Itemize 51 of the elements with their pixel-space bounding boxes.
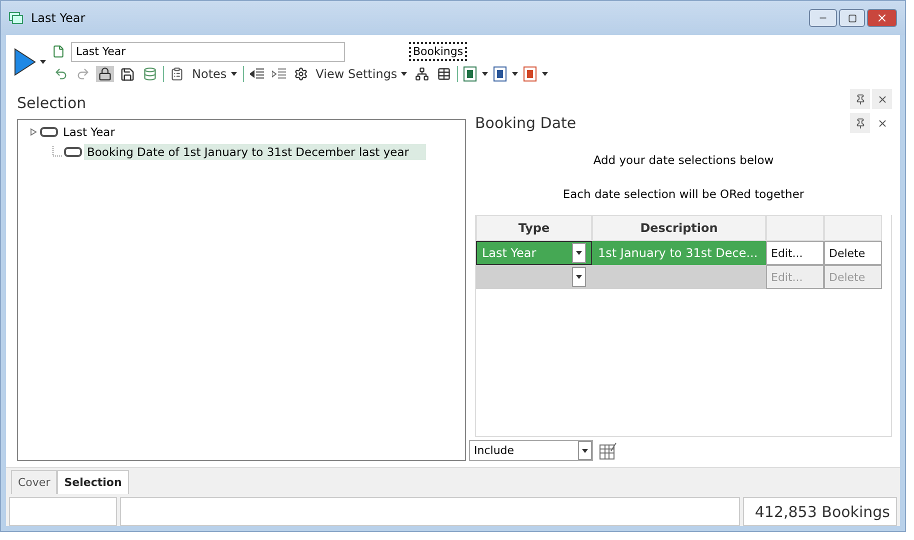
node-icon [64,147,82,157]
delete-button[interactable]: Delete [824,241,882,265]
maximize-button[interactable] [839,9,865,27]
node-icon [40,127,58,137]
panel-title: Booking Date [475,113,576,134]
play-icon[interactable] [14,48,36,76]
tab[interactable]: Cover [11,470,58,494]
name-field[interactable]: Last Year [71,42,345,62]
target-label[interactable]: Bookings [409,42,468,61]
dropdown-button[interactable] [572,243,586,263]
spreadsheet-icon[interactable] [462,66,478,82]
maximize-icon [848,14,856,22]
close-icon [876,12,888,24]
document-icon[interactable] [492,66,508,82]
record-count: 412,853 Bookings [743,497,897,526]
column-header [824,215,882,241]
tree-connector [52,146,62,158]
instruction-text: Add your date selections below [592,153,775,167]
column-header [766,215,824,241]
presentation-icon[interactable] [522,66,538,82]
pin-button[interactable] [850,113,870,133]
tree-item[interactable]: Booking Date of 1st January to 31st December last year [84,144,426,160]
mode-dropdown[interactable]: Include [469,440,593,461]
pin-icon [854,94,866,104]
close-button[interactable] [872,89,892,109]
column-header[interactable]: Description [592,215,766,241]
close-icon [876,118,888,128]
hierarchy-button[interactable] [413,66,432,82]
pin-icon [854,118,866,128]
view-settings-button[interactable]: View Settings [314,66,410,82]
window-icon [9,12,23,24]
column-header[interactable]: Type [476,215,592,241]
description-cell: 1st January to 31st Dece... [592,241,766,265]
indent-button[interactable] [270,67,288,81]
notes-button[interactable]: Notes [190,66,239,82]
tree-item[interactable]: Last Year [60,124,118,140]
dropdown-button[interactable] [578,441,592,460]
caret-icon[interactable] [40,60,46,64]
panel-title: Selection [17,93,88,114]
expand-icon[interactable] [30,128,38,136]
edit-button[interactable]: Edit... [766,241,824,265]
pin-button[interactable] [850,89,870,109]
file-icon [52,45,65,58]
close-icon [876,94,888,104]
instruction-text: Each date selection will be ORed together [562,187,806,201]
tab[interactable]: Selection [57,470,129,494]
window-title: Last Year [31,11,86,25]
lock-button[interactable] [96,66,114,82]
close-button[interactable] [867,9,897,27]
table-edit-icon[interactable] [599,442,617,460]
outdent-button[interactable] [248,67,266,81]
